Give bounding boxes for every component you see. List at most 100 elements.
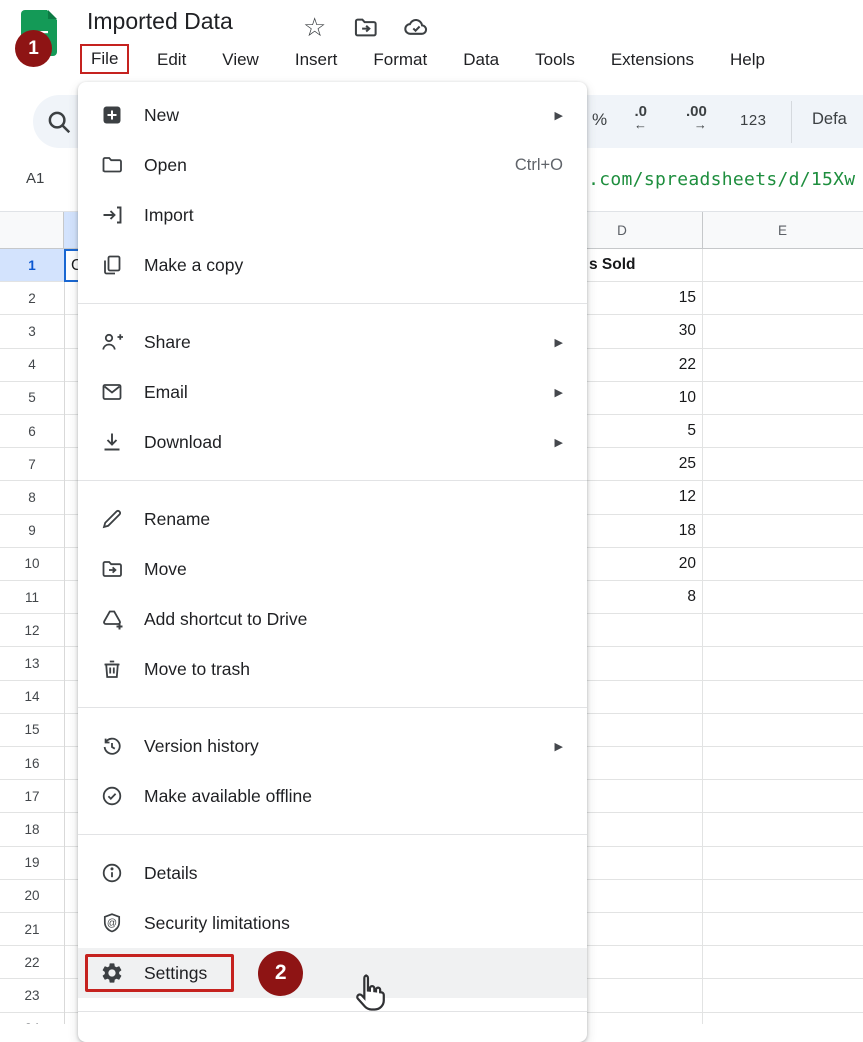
menu-item-version-history[interactable]: Version history ▶ — [78, 721, 587, 771]
menu-item-security-limitations[interactable]: @ Security limitations — [78, 898, 587, 948]
row-header-3[interactable]: 3 — [0, 315, 64, 347]
cell-d10[interactable]: 20 — [679, 548, 696, 580]
menubar-item-help[interactable]: Help — [712, 50, 783, 70]
row-header-8[interactable]: 8 — [0, 481, 64, 513]
menu-item-label: Rename — [144, 509, 210, 530]
row-header-4[interactable]: 4 — [0, 349, 64, 381]
cell-d11[interactable]: 8 — [687, 581, 696, 613]
row-header-10[interactable]: 10 — [0, 548, 64, 580]
decrease-decimal-button[interactable]: .0 ← — [634, 104, 647, 131]
menu-divider — [78, 303, 587, 304]
cell-d6[interactable]: 5 — [687, 415, 696, 447]
menubar-item-data[interactable]: Data — [445, 50, 517, 70]
offline-icon — [100, 784, 124, 808]
submenu-arrow-icon: ▶ — [555, 109, 563, 122]
menu-divider — [78, 707, 587, 708]
row-header-19[interactable]: 19 — [0, 847, 64, 879]
row-header-15[interactable]: 15 — [0, 714, 64, 746]
move-folder-icon[interactable] — [352, 14, 382, 44]
cell-d3[interactable]: 30 — [679, 315, 696, 347]
menu-divider — [78, 834, 587, 835]
import-icon — [100, 203, 124, 227]
cell-d1[interactable]: s Sold — [589, 249, 636, 281]
row-header-18[interactable]: 18 — [0, 813, 64, 845]
menu-item-move-to-trash[interactable]: Move to trash — [78, 644, 587, 694]
star-icon[interactable]: ☆ — [303, 12, 333, 42]
cloud-check-icon[interactable] — [401, 13, 431, 43]
menu-item-make-a-copy[interactable]: Make a copy — [78, 240, 587, 290]
header-gridline — [702, 212, 703, 249]
more-formats-button[interactable]: 123 — [740, 112, 767, 129]
menu-item-label: Move to trash — [144, 659, 250, 680]
menu-item-label: Version history — [144, 736, 259, 757]
email-icon — [100, 380, 124, 404]
name-box[interactable]: A1 — [26, 170, 44, 187]
menu-item-add-shortcut-to-drive[interactable]: Add shortcut to Drive — [78, 594, 587, 644]
font-family-selector[interactable]: Defa — [812, 110, 847, 129]
row-header-2[interactable]: 2 — [0, 282, 64, 314]
row-header-6[interactable]: 6 — [0, 415, 64, 447]
menu-item-open[interactable]: OpenCtrl+O — [78, 140, 587, 190]
menubar-item-edit[interactable]: Edit — [139, 50, 204, 70]
cell-d8[interactable]: 12 — [679, 481, 696, 513]
cell-d9[interactable]: 18 — [679, 515, 696, 547]
menu-item-label: Security limitations — [144, 913, 290, 934]
increase-decimal-button[interactable]: .00 → — [686, 104, 707, 131]
menubar-item-extensions[interactable]: Extensions — [593, 50, 712, 70]
row-header-21[interactable]: 21 — [0, 913, 64, 945]
cell-d7[interactable]: 25 — [679, 448, 696, 480]
cell-d2[interactable]: 15 — [679, 282, 696, 314]
search-icon[interactable] — [44, 107, 74, 137]
row-header-23[interactable]: 23 — [0, 979, 64, 1011]
percent-format-button[interactable]: % — [592, 110, 607, 130]
menu-item-label: Email — [144, 382, 188, 403]
step-2-highlight-box: Settings — [85, 954, 234, 992]
column-header-e[interactable]: E — [702, 212, 863, 249]
formula-input[interactable]: e.com/spreadsheets/d/15Xw — [577, 169, 855, 190]
menubar-item-insert[interactable]: Insert — [277, 50, 356, 70]
cell-d5[interactable]: 10 — [679, 382, 696, 414]
row-header-20[interactable]: 20 — [0, 880, 64, 912]
row-header-13[interactable]: 13 — [0, 647, 64, 679]
mouse-cursor-icon — [348, 972, 394, 1022]
menu-item-email[interactable]: Email▶ — [78, 367, 587, 417]
menu-item-settings[interactable]: Settings2 — [78, 948, 587, 998]
menu-item-import[interactable]: Import — [78, 190, 587, 240]
row-header-17[interactable]: 17 — [0, 780, 64, 812]
menubar-item-format[interactable]: Format — [355, 50, 445, 70]
menu-bar: EditViewInsertFormatDataToolsExtensionsH… — [139, 44, 783, 76]
row-header-5[interactable]: 5 — [0, 382, 64, 414]
drive-shortcut-icon — [100, 607, 124, 631]
submenu-arrow-icon: ▶ — [555, 740, 563, 753]
menu-item-details[interactable]: Details — [78, 848, 587, 898]
menu-item-move[interactable]: Move — [78, 544, 587, 594]
move-folder-icon — [100, 557, 124, 581]
history-icon — [100, 734, 124, 758]
row-header-14[interactable]: 14 — [0, 681, 64, 713]
menu-item-make-available-offline[interactable]: Make available offline — [78, 771, 587, 821]
select-all-corner[interactable] — [0, 212, 64, 248]
row-header-7[interactable]: 7 — [0, 448, 64, 480]
row-header-12[interactable]: 12 — [0, 614, 64, 646]
menu-item-label: Add shortcut to Drive — [144, 609, 307, 630]
menu-item-share[interactable]: Share▶ — [78, 317, 587, 367]
security-icon: @ — [100, 911, 124, 935]
row-header-22[interactable]: 22 — [0, 946, 64, 978]
row-header-11[interactable]: 11 — [0, 581, 64, 613]
menubar-item-file[interactable]: File — [80, 44, 129, 74]
menu-item-new[interactable]: New▶ — [78, 90, 587, 140]
cell-d4[interactable]: 22 — [679, 349, 696, 381]
menubar-item-view[interactable]: View — [204, 50, 277, 70]
row-header-24[interactable]: 24 — [0, 1013, 64, 1024]
left-arrow-icon: ← — [634, 119, 647, 131]
row-header-16[interactable]: 16 — [0, 747, 64, 779]
menubar-item-tools[interactable]: Tools — [517, 50, 593, 70]
menu-item-download[interactable]: Download▶ — [78, 417, 587, 467]
submenu-arrow-icon: ▶ — [555, 436, 563, 449]
row-header-9[interactable]: 9 — [0, 515, 64, 547]
column-header-a[interactable] — [64, 212, 78, 248]
row-header-1[interactable]: 1 — [0, 249, 64, 281]
menu-item-rename[interactable]: Rename — [78, 494, 587, 544]
document-title[interactable]: Imported Data — [87, 8, 233, 35]
column-gridline — [702, 249, 703, 1024]
